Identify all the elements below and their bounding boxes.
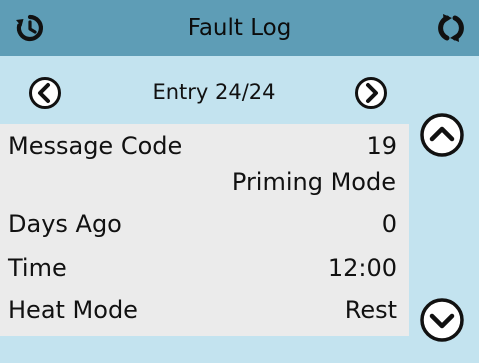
heat-mode-row: Heat Mode Rest [0,290,409,330]
scroll-down-button[interactable] [419,297,465,343]
next-entry-button[interactable] [354,76,388,110]
message-code-row: Message Code 19 [0,126,409,166]
previous-entry-button[interactable] [28,76,62,110]
days-ago-value: 0 [381,210,397,238]
fault-detail-panel: Message Code 19 Priming Mode Days Ago 0 … [0,124,409,336]
time-row: Time 12:00 [0,248,409,288]
message-code-label: Message Code [8,132,183,160]
heat-mode-label: Heat Mode [8,296,138,324]
days-ago-label: Days Ago [8,210,122,238]
refresh-icon[interactable] [433,12,469,44]
scroll-up-button[interactable] [419,112,465,158]
entry-counter: Entry 24/24 [152,80,276,104]
message-text-value: Priming Mode [231,168,396,196]
time-label: Time [8,254,67,282]
message-code-value: 19 [366,132,397,160]
days-ago-row: Days Ago 0 [0,204,409,244]
header-bar: Fault Log [0,0,479,56]
time-value: 12:00 [327,254,397,282]
page-title: Fault Log [187,15,292,41]
heat-mode-value: Rest [344,296,397,324]
message-text-row: Priming Mode [0,162,409,202]
